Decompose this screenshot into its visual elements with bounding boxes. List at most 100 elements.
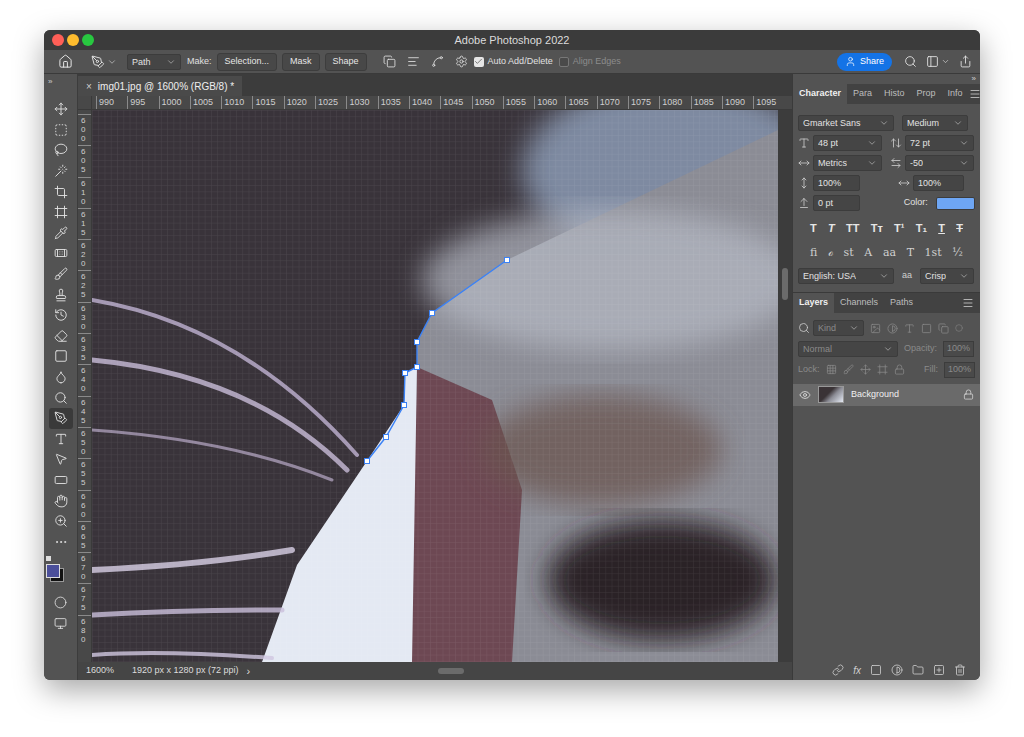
antialias-select[interactable]: Crisp: [920, 268, 974, 284]
character-panel-tabs: CharacterParaHistoPropInfo: [793, 84, 980, 104]
anchor-point[interactable]: [415, 365, 420, 370]
kerning-select[interactable]: Metrics: [798, 155, 882, 171]
super-button[interactable]: T¹: [894, 220, 904, 237]
stamp-tool[interactable]: [49, 284, 73, 305]
opentype-button[interactable]: A: [864, 245, 872, 262]
trash-icon: [954, 664, 966, 676]
bold-button[interactable]: T: [810, 220, 817, 237]
panel-tab[interactable]: Info: [942, 84, 969, 104]
zoom-level[interactable]: 1600%: [86, 664, 132, 678]
close-button[interactable]: [52, 34, 64, 46]
layer-row[interactable]: Background: [793, 384, 980, 406]
anchor-point[interactable]: [505, 258, 510, 263]
language-select[interactable]: English: USA: [798, 268, 894, 284]
anchor-point[interactable]: [402, 403, 407, 408]
anchor-point[interactable]: [430, 311, 435, 316]
marquee-tool[interactable]: [49, 120, 73, 141]
adjustment-filter-icon: [887, 323, 898, 334]
underline-button[interactable]: T: [938, 220, 945, 237]
dodge-tool[interactable]: [49, 387, 73, 408]
panel-tab[interactable]: Para: [847, 84, 878, 104]
baseline-shift-input[interactable]: 0 pt: [798, 195, 860, 211]
document-tab[interactable]: ×img01.jpg @ 1600% (RGB/8) *: [78, 76, 242, 96]
hand-tool[interactable]: [49, 490, 73, 511]
brush-tool[interactable]: [49, 264, 73, 285]
opentype-button[interactable]: ½: [952, 245, 963, 262]
shape-tool[interactable]: [49, 470, 73, 491]
anchor-point[interactable]: [403, 371, 408, 376]
wand-tool[interactable]: [49, 161, 73, 182]
ruler-label: 615: [78, 208, 91, 239]
type-icon: [54, 432, 68, 446]
font-size-select[interactable]: 48 pt: [798, 135, 882, 151]
make-button[interactable]: Selection...: [217, 53, 278, 71]
opentype-button[interactable]: T: [907, 245, 914, 262]
strike-button[interactable]: T: [956, 220, 963, 237]
healing-tool[interactable]: [49, 243, 73, 264]
gradient-tool[interactable]: [49, 346, 73, 367]
crop-tool[interactable]: [49, 181, 73, 202]
leading-select[interactable]: 72 pt: [890, 135, 974, 151]
vertical-scrollbar[interactable]: [778, 110, 792, 662]
sub-button[interactable]: T₁: [916, 220, 927, 237]
work-path[interactable]: [367, 260, 507, 461]
move-tool[interactable]: [49, 99, 73, 120]
option-checkbox[interactable]: Auto Add/Delete: [474, 55, 553, 69]
font-style-select[interactable]: Medium: [902, 115, 968, 131]
panel-tab[interactable]: Layers: [793, 293, 834, 313]
panel-tab[interactable]: Histo: [878, 84, 911, 104]
opentype-button[interactable]: st: [844, 245, 854, 262]
panel-tab[interactable]: Paths: [884, 293, 919, 313]
anchor-point[interactable]: [415, 340, 420, 345]
font-family-select[interactable]: Gmarket Sans: [798, 115, 894, 131]
panel-tab[interactable]: Channels: [834, 293, 884, 313]
italic-button[interactable]: T: [828, 220, 835, 237]
fx-button[interactable]: fx: [853, 663, 861, 678]
close-tab-button[interactable]: ×: [86, 79, 92, 94]
path-arrangement-icon: [431, 55, 444, 68]
tool-mode-select[interactable]: Path: [127, 54, 181, 70]
anchor-point[interactable]: [384, 435, 389, 440]
anchor-point[interactable]: [365, 459, 370, 464]
zoom-tool[interactable]: [49, 511, 73, 532]
vertical-scale-input[interactable]: 100%: [798, 175, 860, 191]
tracking-select[interactable]: -50: [890, 155, 974, 171]
history-tool[interactable]: [49, 305, 73, 326]
minimize-button[interactable]: [67, 34, 79, 46]
pen-icon: [54, 411, 68, 425]
panel-tab[interactable]: Character: [793, 84, 847, 104]
opentype-button[interactable]: 1st: [925, 245, 942, 262]
pen-tool[interactable]: [49, 408, 73, 429]
opentype-button[interactable]: ﬁ: [810, 245, 817, 262]
more-tool[interactable]: [49, 531, 73, 552]
share-button[interactable]: Share: [837, 53, 892, 71]
eraser-tool[interactable]: [49, 326, 73, 347]
panel-tab[interactable]: Prop: [911, 84, 942, 104]
filter-toggle-icon: [955, 324, 963, 332]
title-bar: Adobe Photoshop 2022: [44, 30, 980, 50]
text-color-swatch[interactable]: [936, 197, 975, 210]
character-panel: CharacterParaHistoPropInfo Gmarket Sans Me…: [793, 84, 980, 293]
make-button[interactable]: Shape: [325, 53, 367, 71]
color-swatches[interactable]: [48, 556, 74, 586]
path-select-tool[interactable]: [49, 449, 73, 470]
status-menu-button[interactable]: ›: [247, 663, 251, 680]
frame-tool[interactable]: [49, 202, 73, 223]
tool-preset-picker[interactable]: [91, 55, 117, 69]
horizontal-scale-input[interactable]: 100%: [898, 175, 964, 191]
chevron-down-icon: [941, 57, 950, 66]
make-button[interactable]: Mask: [282, 53, 320, 71]
opentype-button[interactable]: ℴ: [828, 245, 833, 262]
horizontal-scrollbar[interactable]: [438, 668, 464, 674]
ruler-label: 630: [78, 302, 91, 333]
lasso-tool[interactable]: [49, 140, 73, 161]
opentype-button[interactable]: aa: [883, 245, 896, 262]
zoom-button[interactable]: [82, 34, 94, 46]
eyedropper-tool[interactable]: [49, 223, 73, 244]
blur-tool[interactable]: [49, 367, 73, 388]
caps-button[interactable]: TT: [846, 220, 859, 237]
smallcaps-button[interactable]: Tт: [871, 220, 883, 237]
canvas[interactable]: [92, 110, 778, 662]
type-tool[interactable]: [49, 429, 73, 450]
smart-object-filter-icon: [938, 323, 949, 334]
